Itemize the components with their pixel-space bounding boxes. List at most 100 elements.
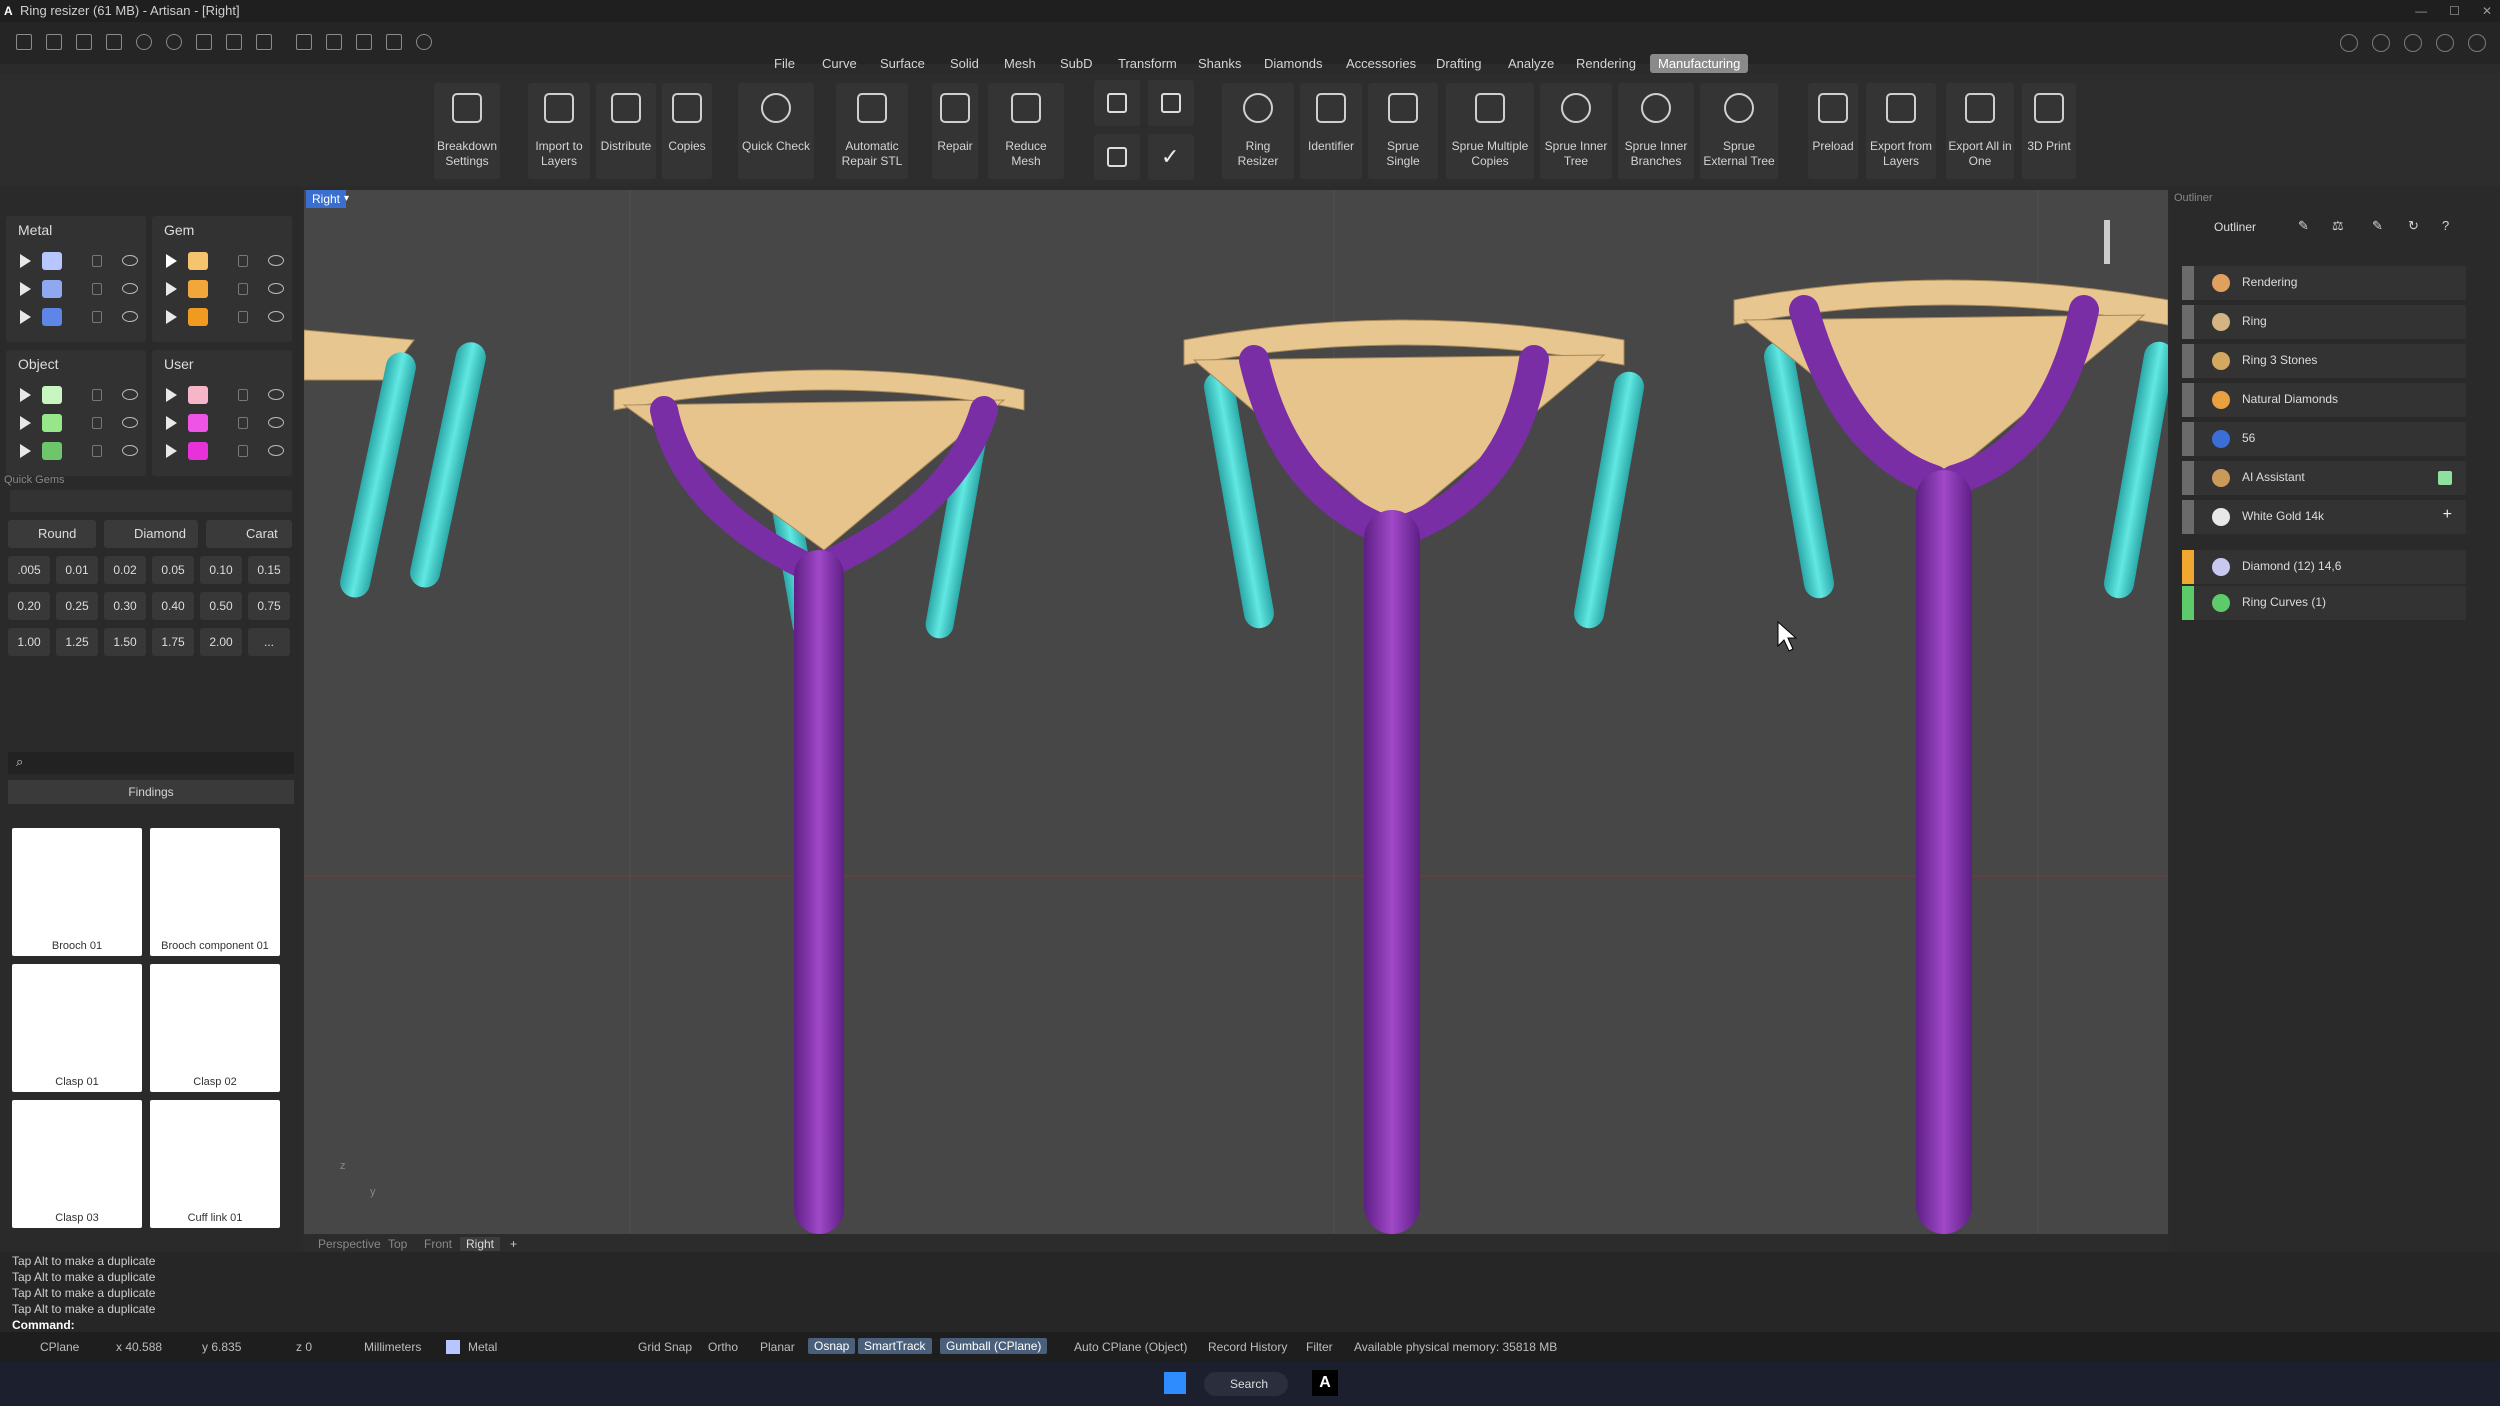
sprue-multiple-copies-button[interactable]: Sprue Multiple Copies: [1446, 83, 1534, 179]
record-history-toggle[interactable]: Record History: [1208, 1340, 1287, 1354]
repair-button[interactable]: Repair: [932, 83, 978, 179]
lock-icon[interactable]: [238, 311, 248, 323]
ortho-toggle[interactable]: Ortho: [708, 1340, 738, 1354]
play-icon[interactable]: [166, 416, 177, 430]
gem-size-button[interactable]: 1.75: [152, 628, 194, 656]
reduce-mesh-button[interactable]: Reduce Mesh: [988, 83, 1064, 179]
gem-size-button[interactable]: 0.25: [56, 592, 98, 620]
lock-icon[interactable]: [238, 255, 248, 267]
preload-button[interactable]: Preload: [1808, 83, 1858, 179]
small-tool-4-button[interactable]: ✓: [1148, 134, 1194, 180]
chevron-down-icon[interactable]: ▾: [344, 193, 349, 204]
add-tab-icon[interactable]: +: [504, 1237, 523, 1251]
eye-icon[interactable]: [122, 445, 138, 456]
outliner-row-ring[interactable]: Ring: [2182, 305, 2466, 339]
3d-print-button[interactable]: 3D Print: [2022, 83, 2076, 179]
gumball-toggle[interactable]: Gumball (CPlane): [940, 1338, 1048, 1354]
play-icon[interactable]: [20, 282, 31, 296]
tab-perspective[interactable]: Perspective: [312, 1237, 387, 1251]
save-icon[interactable]: [196, 34, 212, 50]
command-prompt[interactable]: Command:: [12, 1318, 75, 1332]
play-icon[interactable]: [20, 310, 31, 324]
menu-accessories[interactable]: Accessories: [1338, 54, 1424, 73]
layer-color-swatch[interactable]: [188, 442, 208, 460]
play-icon[interactable]: [20, 416, 31, 430]
library-item[interactable]: Brooch component 01: [150, 828, 280, 956]
layer-row[interactable]: [152, 250, 292, 272]
menu-diamonds[interactable]: Diamonds: [1256, 54, 1331, 73]
pencil-icon[interactable]: ✎: [2298, 218, 2309, 234]
distribute-button[interactable]: Distribute: [596, 83, 656, 179]
shape-round-button[interactable]: Round: [8, 520, 96, 548]
info-icon[interactable]: [2372, 34, 2390, 52]
lock-icon[interactable]: [92, 255, 102, 267]
layer-color-swatch[interactable]: [42, 252, 62, 270]
eye-icon[interactable]: [122, 389, 138, 400]
current-layer[interactable]: Metal: [468, 1340, 497, 1354]
gem-size-button[interactable]: 2.00: [200, 628, 242, 656]
gear-tool-icon[interactable]: [416, 34, 432, 50]
undo-icon[interactable]: [136, 34, 152, 50]
viewport-right[interactable]: Right ▾ z y: [304, 190, 2168, 1234]
gem-size-button[interactable]: 0.20: [8, 592, 50, 620]
menu-solid[interactable]: Solid: [942, 54, 987, 73]
eye-icon[interactable]: [122, 417, 138, 428]
gem-size-button[interactable]: 0.30: [104, 592, 146, 620]
mirror-icon[interactable]: [386, 34, 402, 50]
layer-color-swatch[interactable]: [42, 280, 62, 298]
ring-setting-1[interactable]: [613, 369, 1025, 1234]
layer-color-swatch[interactable]: [188, 280, 208, 298]
type-diamond-button[interactable]: Diamond: [104, 520, 198, 548]
windows-start-icon[interactable]: [1164, 1372, 1186, 1394]
breakdown-settings-button[interactable]: Breakdown Settings: [434, 83, 500, 179]
lock-icon[interactable]: [238, 389, 248, 401]
layer-row[interactable]: [152, 412, 292, 434]
planar-toggle[interactable]: Planar: [760, 1340, 795, 1354]
eye-icon[interactable]: [268, 445, 284, 456]
layer-row[interactable]: [6, 440, 146, 462]
layer-color-swatch[interactable]: [188, 308, 208, 326]
lock-icon[interactable]: [92, 417, 102, 429]
outliner-row-ring-curves[interactable]: Ring Curves (1): [2182, 586, 2466, 620]
layer-color-swatch[interactable]: [188, 252, 208, 270]
library-search-input[interactable]: ⌕: [8, 752, 294, 774]
gem-size-button[interactable]: 0.40: [152, 592, 194, 620]
library-item[interactable]: Clasp 01: [12, 964, 142, 1092]
menu-mesh[interactable]: Mesh: [996, 54, 1044, 73]
outliner-row-white-gold[interactable]: White Gold 14k +: [2182, 500, 2466, 534]
library-item[interactable]: Brooch 01: [12, 828, 142, 956]
lock-icon[interactable]: [92, 311, 102, 323]
cplane-label[interactable]: CPlane: [40, 1340, 79, 1354]
layer-row[interactable]: [152, 384, 292, 406]
sprue-inner-branches-button[interactable]: Sprue Inner Branches: [1618, 83, 1694, 179]
eye-icon[interactable]: [268, 389, 284, 400]
gem-size-button[interactable]: 1.25: [56, 628, 98, 656]
library-category-select[interactable]: Findings: [8, 780, 294, 804]
new-template-icon[interactable]: [46, 34, 62, 50]
import-to-layers-button[interactable]: Import to Layers: [528, 83, 590, 179]
menu-subd[interactable]: SubD: [1052, 54, 1101, 73]
gem-size-button[interactable]: 1.00: [8, 628, 50, 656]
question-icon[interactable]: [2468, 34, 2486, 52]
eye-icon[interactable]: [268, 283, 284, 294]
tab-top[interactable]: Top: [382, 1237, 413, 1251]
artisan-app-icon[interactable]: A: [1312, 1370, 1338, 1396]
layer-row[interactable]: [6, 278, 146, 300]
small-tool-2-button[interactable]: [1148, 80, 1194, 126]
maximize-icon[interactable]: ☐: [2449, 0, 2460, 22]
menu-rendering[interactable]: Rendering: [1568, 54, 1644, 73]
snap-tool-icon[interactable]: [326, 34, 342, 50]
gem-size-button[interactable]: 0.05: [152, 556, 194, 584]
layer-color-swatch[interactable]: [42, 414, 62, 432]
layer-row[interactable]: [152, 440, 292, 462]
ring-setting-2[interactable]: [1183, 319, 1646, 1234]
outliner-row-ring-3-stones[interactable]: Ring 3 Stones: [2182, 344, 2466, 378]
menu-manufacturing[interactable]: Manufacturing: [1650, 54, 1749, 73]
menu-surface[interactable]: Surface: [872, 54, 933, 73]
smarttrack-toggle[interactable]: SmartTrack: [858, 1338, 932, 1354]
measure-icon[interactable]: [296, 34, 312, 50]
lock-icon[interactable]: [92, 389, 102, 401]
menu-shanks[interactable]: Shanks: [1190, 54, 1249, 73]
outliner-row-ai-assistant[interactable]: AI Assistant: [2182, 461, 2466, 495]
quick-check-button[interactable]: Quick Check: [738, 83, 814, 179]
